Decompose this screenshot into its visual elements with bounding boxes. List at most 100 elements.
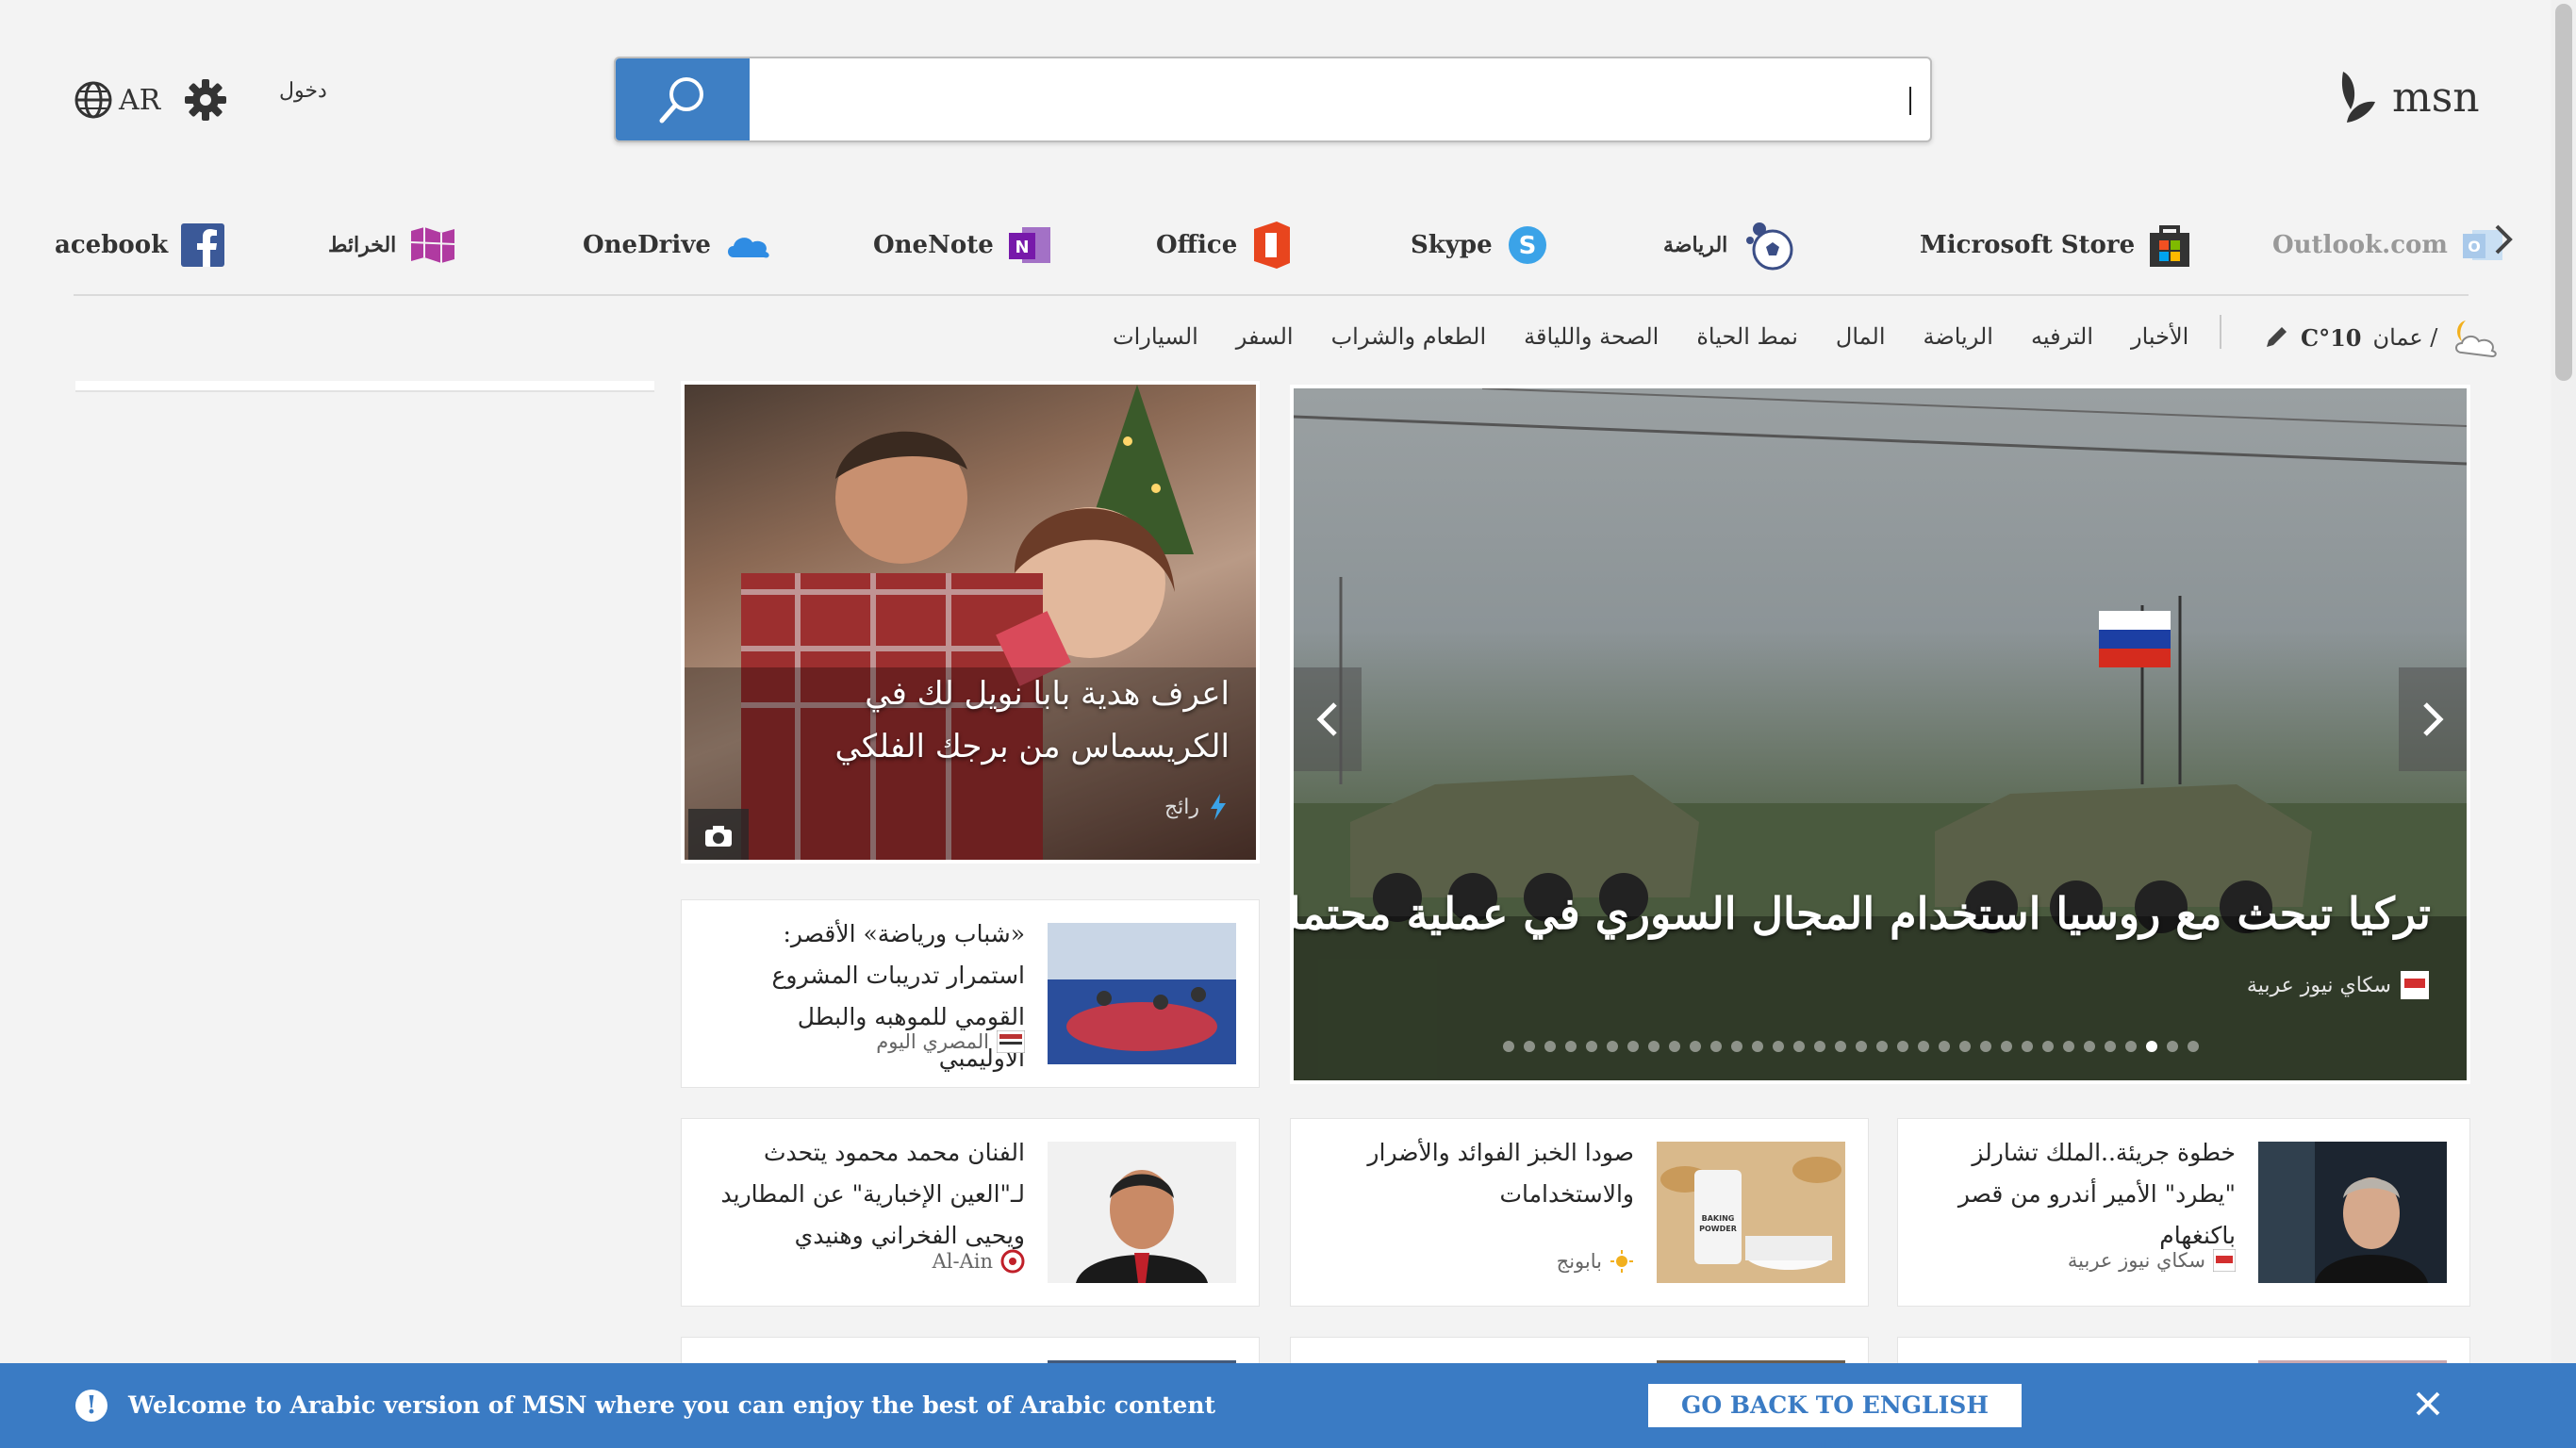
source-logo-icon [2213, 1249, 2236, 1272]
quicklink-sports[interactable]: الرياضة [1663, 212, 1795, 278]
carousel-dot[interactable] [1607, 1041, 1618, 1052]
carousel-dot[interactable] [2146, 1041, 2157, 1052]
carousel-dot[interactable] [2063, 1041, 2074, 1052]
nav-food[interactable]: الطعام والشراب [1331, 323, 1487, 350]
back-to-english-button[interactable]: GO BACK TO ENGLISH MSN [1648, 1384, 2022, 1448]
carousel-dot[interactable] [1793, 1041, 1805, 1052]
carousel-dot[interactable] [1876, 1041, 1888, 1052]
card-thumbnail[interactable] [2258, 1142, 2447, 1283]
nav-news[interactable]: الأخبار [2131, 323, 2188, 350]
language-selector[interactable]: AR [74, 77, 160, 123]
carousel-dot[interactable] [2042, 1041, 2054, 1052]
search-bar[interactable] [614, 57, 1932, 142]
carousel-dot[interactable] [1856, 1041, 1867, 1052]
carousel-dot[interactable] [1710, 1041, 1722, 1052]
nav-sports[interactable]: الرياضة [1924, 323, 1993, 350]
card-headline[interactable]: خطوة جريئة..الملك تشارلز "يطرد" الأمير أ… [1915, 1132, 2236, 1257]
carousel-dot[interactable] [1835, 1041, 1846, 1052]
search-button[interactable] [616, 58, 750, 140]
banner-message: Welcome to Arabic version of MSN where y… [128, 1391, 1216, 1419]
quicklinks-next-arrow[interactable] [2493, 222, 2516, 266]
carousel-dot[interactable] [1565, 1041, 1577, 1052]
carousel-dot[interactable] [1544, 1041, 1556, 1052]
hero-carousel[interactable]: تركيا تبحث مع روسيا استخدام المجال السور… [1290, 385, 2470, 1084]
carousel-dot[interactable] [1814, 1041, 1825, 1052]
news-card[interactable]: خطوة جريئة..الملك تشارلز "يطرد" الأمير أ… [1897, 1118, 2470, 1307]
card-headline[interactable]: صودا الخبز الفوائد والأضرار والاستخدامات [1313, 1132, 1634, 1215]
card-thumbnail[interactable]: BAKING POWDER [1657, 1142, 1845, 1283]
carousel-dot[interactable] [2125, 1041, 2137, 1052]
carousel-dot[interactable] [1690, 1041, 1701, 1052]
scrollbar-thumb[interactable] [2555, 4, 2572, 381]
carousel-dot[interactable] [2084, 1041, 2095, 1052]
nav-autos[interactable]: السيارات [1113, 323, 1198, 350]
sports-ball-icon [1746, 222, 1793, 271]
feature-image[interactable]: اعرف هدية بابا نويل لك في الكريسماس من ب… [685, 385, 1256, 860]
nav-money[interactable]: المال [1836, 323, 1886, 350]
carousel-dot[interactable] [2188, 1041, 2199, 1052]
svg-text:S: S [1518, 232, 1536, 260]
carousel-dot[interactable] [1627, 1041, 1639, 1052]
carousel-dot[interactable] [1980, 1041, 1991, 1052]
category-nav: الأخبار الترفيه الرياضة المال نمط الحياة… [1113, 313, 2188, 360]
feature-card[interactable]: اعرف هدية بابا نويل لك في الكريسماس من ب… [681, 381, 1260, 864]
side-panel [75, 381, 654, 392]
carousel-dot[interactable] [1752, 1041, 1763, 1052]
carousel-dot[interactable] [1897, 1041, 1908, 1052]
carousel-dot[interactable] [1524, 1041, 1535, 1052]
carousel-dot[interactable] [1731, 1041, 1742, 1052]
hero-image[interactable]: تركيا تبحث مع روسيا استخدام المجال السور… [1294, 388, 2467, 1080]
hero-next-button[interactable] [2399, 667, 2467, 771]
carousel-dot[interactable] [1918, 1041, 1929, 1052]
carousel-dot[interactable] [1503, 1041, 1514, 1052]
msn-logo[interactable]: msn [2334, 64, 2480, 130]
carousel-dot[interactable] [2022, 1041, 2033, 1052]
card-thumbnail[interactable] [1048, 923, 1236, 1064]
quicklink-skype[interactable]: Skype S [1411, 212, 1549, 278]
quicklink-office[interactable]: Office [1156, 212, 1294, 278]
carousel-dot[interactable] [1648, 1041, 1660, 1052]
close-banner-button[interactable] [2414, 1384, 2442, 1427]
carousel-dot[interactable] [1773, 1041, 1784, 1052]
quicklink-maps[interactable]: الخرائط [328, 212, 456, 278]
chevron-right-icon [2495, 224, 2513, 255]
feature-headline[interactable]: اعرف هدية بابا نويل لك في الكريسماس من ب… [739, 667, 1230, 773]
nav-health[interactable]: الصحة واللياقة [1524, 323, 1659, 350]
settings-button[interactable] [181, 75, 230, 124]
signin-link[interactable]: دخول [279, 79, 327, 103]
carousel-dot[interactable] [2167, 1041, 2178, 1052]
maps-icon [411, 227, 455, 263]
feature-source: رائج [1164, 794, 1228, 820]
nav-travel[interactable]: السفر [1236, 323, 1294, 350]
news-card[interactable]: الفنان محمد محمود يتحدث لـ"العين الإخبار… [681, 1118, 1260, 1307]
quicklink-onedrive[interactable]: OneDrive [583, 212, 771, 278]
nav-entertainment[interactable]: الترفيه [2031, 323, 2093, 350]
skype-icon: S [1508, 226, 1546, 264]
quicklink-store[interactable]: Microsoft Store [1920, 212, 2191, 278]
weather-widget[interactable]: C°10 عمان / [2263, 311, 2502, 364]
nav-separator [2220, 315, 2221, 349]
hero-headline[interactable]: تركيا تبحث مع روسيا استخدام المجال السور… [1294, 888, 2431, 939]
carousel-dot[interactable] [1669, 1041, 1680, 1052]
carousel-dot[interactable] [1939, 1041, 1950, 1052]
quicklink-label: OneNote [873, 231, 994, 259]
news-card[interactable]: BAKING POWDER صودا الخبز الفوائد والأضرا… [1290, 1118, 1869, 1307]
quicklink-facebook[interactable]: acebook [55, 212, 225, 278]
nav-lifestyle[interactable]: نمط الحياة [1696, 323, 1798, 350]
search-input[interactable] [757, 58, 1907, 140]
quicklink-outlook[interactable]: Outlook.com O [2272, 212, 2504, 278]
card-thumbnail[interactable] [1048, 1142, 1236, 1283]
prince-thumb [2258, 1142, 2447, 1283]
quicklink-onenote[interactable]: OneNote N [873, 212, 1052, 278]
carousel-dot[interactable] [1586, 1041, 1597, 1052]
facebook-icon [181, 223, 225, 267]
news-card[interactable]: «شباب ورياضة» الأقصر: استمرار تدريبات ال… [681, 899, 1260, 1088]
carousel-dot[interactable] [2001, 1041, 2012, 1052]
card-headline[interactable]: «شباب ورياضة» الأقصر: استمرار تدريبات ال… [704, 913, 1025, 1079]
quicklink-label: Skype [1411, 231, 1493, 259]
hero-prev-button[interactable] [1294, 667, 1362, 771]
carousel-dot[interactable] [2105, 1041, 2116, 1052]
card-source: Al-Ain [933, 1249, 1025, 1274]
carousel-dot[interactable] [1959, 1041, 1971, 1052]
card-headline[interactable]: الفنان محمد محمود يتحدث لـ"العين الإخبار… [704, 1132, 1025, 1257]
